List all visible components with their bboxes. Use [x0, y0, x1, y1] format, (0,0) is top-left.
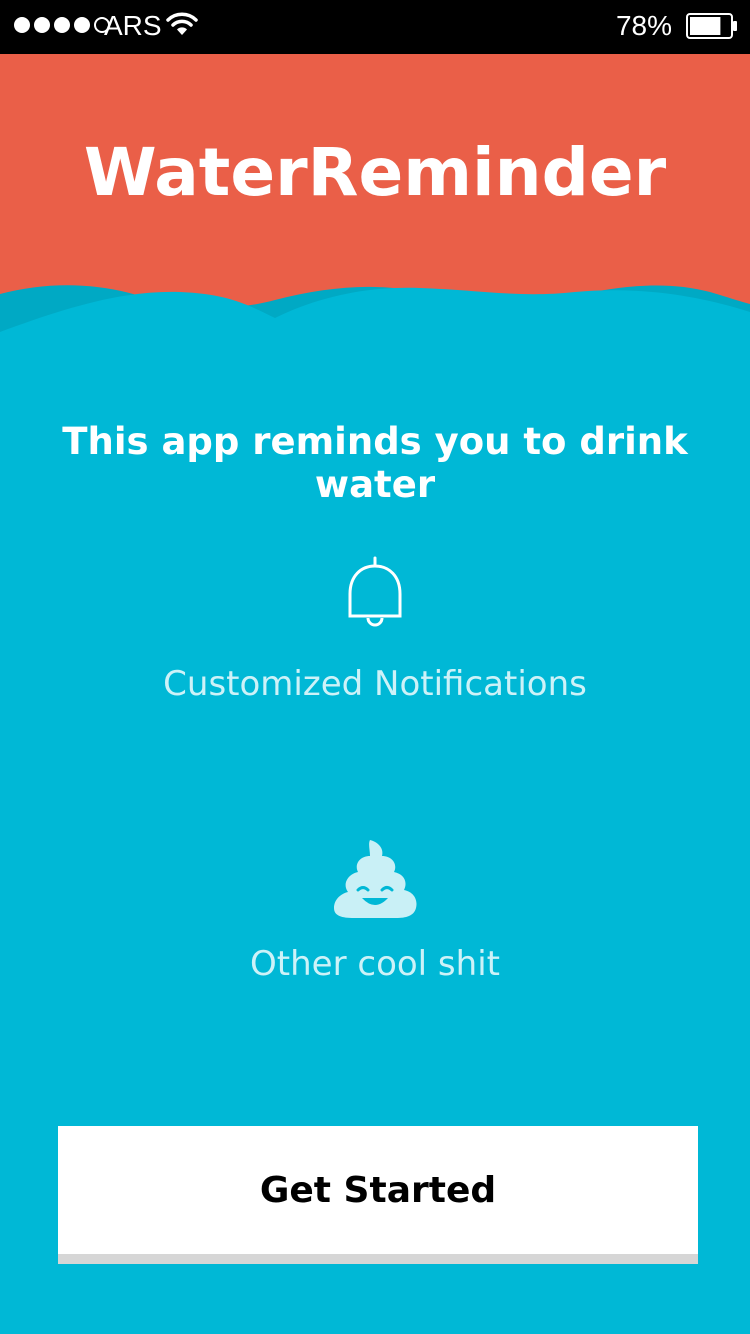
onboarding-screen: ARS 78% WaterReminder This app reminds y… [0, 0, 750, 1334]
poo-emoji-icon [334, 840, 417, 918]
bell-icon [348, 556, 402, 627]
wifi-icon [166, 12, 198, 35]
status-bar: ARS 78% [0, 0, 750, 54]
feature-label-notifications: Customized Notifications [163, 664, 587, 704]
signal-strength-icon [14, 17, 110, 33]
app-title: WaterReminder [83, 134, 667, 211]
wave-divider [0, 285, 750, 350]
battery-icon [686, 13, 737, 39]
battery-percentage: 78% [615, 10, 672, 41]
feature-label-other: Other cool shit [250, 944, 500, 984]
get-started-button[interactable]: Get Started [58, 1126, 698, 1264]
carrier-name: ARS [104, 10, 162, 41]
tagline: This app reminds you to drink water [62, 420, 688, 506]
